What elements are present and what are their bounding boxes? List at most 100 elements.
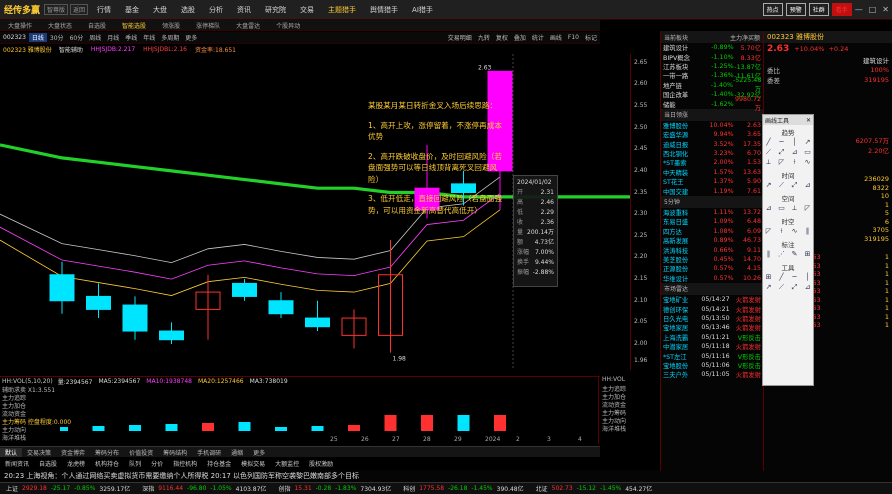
menu-item-8[interactable]: 主题猎手 [321, 5, 363, 15]
news-tab-7[interactable]: 持仓基金 [202, 459, 236, 468]
period-4[interactable]: 月线 [104, 33, 122, 42]
chart-tool-0[interactable]: 交易明细 [445, 33, 475, 42]
top-button-3[interactable]: 看手 [831, 3, 852, 16]
index-2[interactable]: 创指 15.31 -0.28 -1.83% 7304.93亿 [272, 484, 397, 493]
draw-tool-icon[interactable]: ⟂ [763, 158, 775, 167]
minimize-icon[interactable]: — [852, 5, 866, 14]
draw-tool-icon[interactable]: ⊞ [802, 250, 814, 259]
period-0[interactable]: 日线 [28, 33, 47, 42]
top-button-2[interactable]: 社群 [808, 3, 829, 16]
fivemin-row-5[interactable]: 美芝股份 0.45% 14.70 [661, 255, 763, 264]
tab-5[interactable]: 涨停梯队 [188, 21, 228, 30]
draw-tool-icon[interactable]: ╱ [776, 273, 788, 282]
sector-row-0[interactable]: 建筑设计 -0.89% 5.70亿 [661, 43, 763, 52]
chart-tool-3[interactable]: 叠加 [511, 33, 529, 42]
draw-tool-icon[interactable]: ▭ [776, 204, 788, 213]
tab-1[interactable]: 大盘状态 [40, 21, 80, 30]
draw-tool-icon[interactable]: ✎ [789, 250, 801, 259]
layout-tab-1[interactable]: 交易决策 [22, 448, 56, 457]
draw-tool-icon[interactable]: ◸ [802, 204, 814, 213]
fivemin-row-0[interactable]: 海波重科 1.11% 13.72 [661, 208, 763, 217]
layout-tab-5[interactable]: 筹码结构 [158, 448, 192, 457]
radar-row-2[interactable]: 日久光电 05/13:50 火箭发射 [661, 314, 763, 323]
draw-tool-icon[interactable]: ↗ [763, 283, 775, 292]
period-8[interactable]: 更多 [182, 33, 200, 42]
draw-tool-icon[interactable]: │ [789, 138, 801, 147]
tab-4[interactable]: 领涨股 [154, 21, 188, 30]
news-tab-8[interactable]: 模拟交易 [236, 459, 270, 468]
radar-row-7[interactable]: 宝地股份 05/11:06 V形反击 [661, 361, 763, 370]
chart-tool-2[interactable]: 复权 [493, 33, 511, 42]
chart-tool-7[interactable]: 标记 [582, 33, 600, 42]
news-tab-0[interactable]: 新闻资讯 [0, 459, 34, 468]
layout-tab-0[interactable]: 默认 [0, 447, 23, 457]
index-4[interactable]: 北证 502.73 -15.12 -1.45% 454.27亿 [530, 484, 659, 493]
draw-tool-icon[interactable]: ∿ [789, 227, 801, 236]
draw-tool-icon[interactable]: ⋰ [776, 250, 788, 259]
menu-item-2[interactable]: 大盘 [146, 5, 174, 15]
news-tab-5[interactable]: 分价 [146, 459, 168, 468]
tab-2[interactable]: 自选股 [80, 21, 114, 30]
leader-row-4[interactable]: *ST墨索 2.00% 1.53 [661, 158, 763, 167]
leader-row-6[interactable]: ST花王 1.37% 5.90 [661, 177, 763, 186]
draw-tool-icon[interactable]: ╱ [763, 138, 775, 147]
tab-0[interactable]: 大盘操作 [0, 21, 40, 30]
back-button[interactable]: 返回 [70, 4, 89, 15]
leader-row-1[interactable]: 宏盛华源 9.94% 3.65 [661, 130, 763, 139]
radar-row-1[interactable]: 德创环保 05/14:21 火箭发射 [661, 304, 763, 314]
layout-tab-4[interactable]: 价值投资 [124, 448, 158, 457]
radar-row-5[interactable]: 中潜家居 05/11:18 火箭发射 [661, 342, 763, 351]
draw-tool-icon[interactable]: ∿ [802, 158, 814, 167]
tab-6[interactable]: 大盘雷达 [228, 21, 268, 30]
close-icon[interactable]: ✕ [806, 117, 811, 124]
draw-tool-icon[interactable]: ⟊ [776, 227, 788, 236]
tab-7[interactable]: 个股异动 [268, 21, 308, 30]
news-tab-1[interactable]: 自选股 [34, 459, 62, 468]
maximize-icon[interactable]: □ [866, 5, 880, 14]
index-0[interactable]: 上证 2929.18 -25.17 -0.85% 3259.17亿 [0, 484, 136, 493]
leader-row-2[interactable]: 迪威日报 3.52% 17.35 [661, 140, 763, 149]
period-2[interactable]: 60分 [67, 33, 87, 42]
radar-row-4[interactable]: 上海洗霸 05/11:21 V形反击 [661, 333, 763, 342]
radar-row-6[interactable]: *ST左江 05/11:16 V形反击 [661, 351, 763, 361]
draw-tool-icon[interactable]: ─ [776, 138, 788, 147]
index-1[interactable]: 深指 9116.44 -96.80 -1.05% 4103.87亿 [136, 484, 272, 493]
sector-row-4[interactable]: 地产链 -1.40% -5225.48万 [661, 77, 763, 93]
radar-row-0[interactable]: 宝地矿业 05/14:27 火箭发射 [661, 295, 763, 304]
sector-row-1[interactable]: BIPV概念 -1.10% 8.33亿 [661, 52, 763, 62]
period-5[interactable]: 季线 [122, 33, 140, 42]
fivemin-row-1[interactable]: 东易日盛 1.09% 6.48 [661, 217, 763, 226]
draw-tool-icon[interactable]: ⟋ [776, 283, 788, 292]
menu-item-6[interactable]: 研究院 [258, 5, 293, 15]
tab-3[interactable]: 智能选股 [114, 21, 154, 30]
period-1[interactable]: 30分 [47, 33, 67, 42]
news-tab-6[interactable]: 指控机构 [168, 459, 202, 468]
leader-row-5[interactable]: 中天精装 1.57% 13.63 [661, 168, 763, 177]
top-button-1[interactable]: 预警 [785, 3, 806, 16]
period-7[interactable]: 多周期 [158, 33, 182, 42]
fivemin-row-7[interactable]: 华维设计 0.57% 10.26 [661, 274, 763, 283]
draw-tool-icon[interactable]: ⊿ [763, 204, 775, 213]
leader-row-7[interactable]: 中国交建 1.19% 7.61 [661, 186, 763, 196]
menu-item-4[interactable]: 分析 [202, 5, 230, 15]
draw-tool-icon[interactable]: ⊿ [802, 283, 814, 292]
draw-tool-icon[interactable]: ⟋ [763, 148, 775, 157]
drawing-tools-panel[interactable]: 画线工具 ✕ 趋势 ╱ ─ │ ↗ ⟋ ⤢ ⊿ ▭ ⟂ ◸ ⟊ ∿ 时间 ↗ ⟋ ⤢ ⊿ 空间 ⊿ ▭ ⟂ ◸ 时空 ◸ ⟊ ∿ ∥ 标… [762, 114, 814, 386]
draw-tool-icon[interactable]: ↗ [802, 138, 814, 147]
fivemin-row-2[interactable]: 四方达 1.08% 6.09 [661, 227, 763, 236]
draw-tool-icon[interactable]: ◸ [763, 227, 775, 236]
draw-tool-icon[interactable]: ⊿ [802, 181, 814, 190]
draw-tool-icon[interactable]: ⤢ [789, 283, 801, 292]
close-window-icon[interactable]: ✕ [879, 5, 892, 14]
news-tab-3[interactable]: 机构持仓 [90, 459, 124, 468]
draw-tool-icon[interactable]: ─ [789, 273, 801, 282]
radar-row-3[interactable]: 宝地家居 05/13:46 火箭发射 [661, 323, 763, 332]
menu-item-5[interactable]: 资讯 [230, 5, 258, 15]
draw-tool-icon[interactable]: ⟊ [789, 158, 801, 167]
menu-item-10[interactable]: AI猎手 [405, 5, 440, 15]
leader-row-3[interactable]: 西北钢化 3.23% 6.70 [661, 149, 763, 158]
menu-item-7[interactable]: 交易 [293, 5, 321, 15]
radar-row-8[interactable]: 三夫户外 05/11:05 火箭发射 [661, 370, 763, 379]
sector-row-6[interactable]: 储能 -1.62% 9980.72万 [661, 96, 763, 112]
draw-tool-icon[interactable]: ◸ [776, 158, 788, 167]
